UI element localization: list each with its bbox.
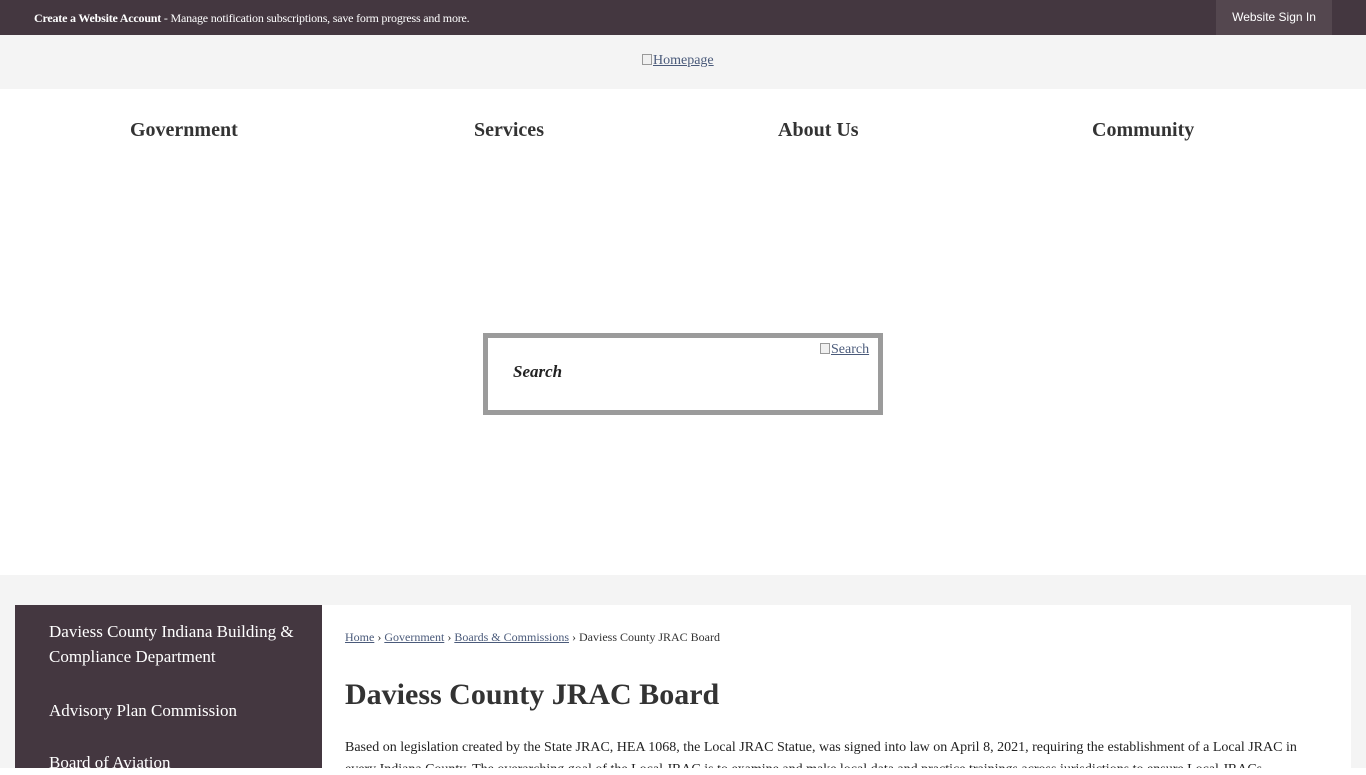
broken-image-icon [642, 54, 652, 65]
page-body-text: Based on legislation created by the Stat… [345, 740, 1297, 768]
nav-item-government[interactable]: Government [130, 119, 238, 142]
page-title: Daviess County JRAC Board [345, 678, 720, 711]
main-content: Home › Government › Boards & Commissions › Dav… [322, 605, 1351, 768]
create-account-link[interactable]: Create a Website Account [34, 11, 161, 25]
account-notice[interactable]: Create a Website Account - Manage notifi… [34, 10, 470, 26]
top-notification-bar: Create a Website Account - Manage notifi… [0, 0, 1366, 35]
logo-band: Homepage [0, 35, 1366, 89]
breadcrumb-current: Daviess County JRAC Board [579, 630, 720, 644]
breadcrumb-separator: › [447, 630, 452, 644]
sidebar-nav: Daviess County Indiana Building & Compli… [15, 605, 322, 772]
nav-item-about-us[interactable]: About Us [778, 119, 859, 142]
breadcrumb-home[interactable]: Home [345, 630, 374, 644]
account-notice-text: - Manage notification subscriptions, sav… [161, 11, 470, 25]
broken-image-icon [820, 343, 830, 354]
breadcrumb: Home › Government › Boards & Commissions › Dav… [345, 630, 720, 645]
search-button[interactable]: Search [820, 342, 869, 358]
search-button-alt: Search [831, 342, 870, 357]
sidebar-item-board-of-aviation[interactable]: Board of Aviation [49, 750, 299, 775]
breadcrumb-separator: › [572, 630, 576, 644]
nav-item-services[interactable]: Services [474, 119, 544, 142]
homepage-logo-alt: Homepage [653, 53, 714, 68]
sidebar-item-advisory-plan-commission[interactable]: Advisory Plan Commission [49, 698, 299, 723]
search-input[interactable] [496, 346, 835, 398]
breadcrumb-boards-commissions[interactable]: Boards & Commissions [454, 630, 569, 644]
breadcrumb-separator: › [377, 630, 382, 644]
search-box: Search [483, 333, 883, 415]
sidebar-item-building-compliance[interactable]: Daviess County Indiana Building & Compli… [49, 619, 299, 669]
website-sign-in-button[interactable]: Website Sign In [1216, 0, 1332, 35]
breadcrumb-government[interactable]: Government [384, 630, 444, 644]
homepage-logo-link[interactable]: Homepage [642, 53, 714, 69]
nav-item-community[interactable]: Community [1092, 119, 1194, 142]
